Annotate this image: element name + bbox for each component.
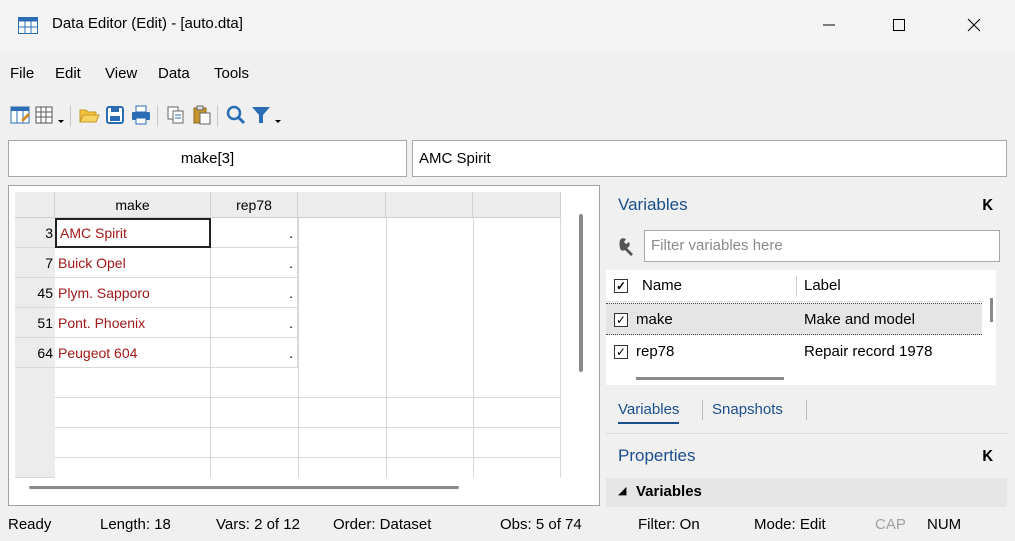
row-number[interactable]: 3 (15, 218, 55, 248)
properties-section-header[interactable]: ◢ Variables (606, 478, 1007, 507)
properties-panel: Properties 𝚱 ◢ Variables (606, 433, 1007, 507)
tab-divider (702, 400, 703, 420)
filter-variables-input[interactable]: Filter variables here (644, 230, 1000, 262)
menu-tools[interactable]: Tools (214, 65, 249, 82)
variables-horizontal-scrollbar[interactable] (636, 377, 784, 380)
status-cap: CAP (875, 516, 906, 533)
row-number[interactable]: 64 (15, 338, 55, 368)
minimize-icon (823, 24, 835, 26)
variable-row-make[interactable]: ✓ make Make and model (606, 303, 982, 335)
properties-panel-title: Properties (618, 446, 696, 465)
find-icon[interactable] (225, 104, 247, 126)
row-number[interactable]: 7 (15, 248, 55, 278)
data-editor-edit-icon[interactable] (9, 104, 31, 126)
menu-file[interactable]: File (10, 65, 34, 82)
variable-name: make (636, 311, 673, 328)
paste-icon[interactable] (191, 104, 213, 126)
close-button[interactable] (945, 0, 1003, 50)
data-editor-app-icon (18, 17, 38, 34)
toolbar-separator (157, 105, 158, 127)
row-number[interactable]: 51 (15, 308, 55, 338)
status-filter: Filter: On (638, 516, 700, 533)
properties-section-label: Variables (636, 483, 702, 500)
variable-name: rep78 (636, 343, 675, 360)
close-icon (967, 18, 981, 32)
status-bar: Ready Length: 18 Vars: 2 of 12 Order: Da… (0, 510, 1015, 541)
filter-icon[interactable] (250, 104, 272, 126)
column-header-empty (473, 192, 561, 218)
variables-list-header: ✓ Name Label (606, 270, 982, 302)
title-bar: Data Editor (Edit) - [auto.dta] (0, 0, 1015, 50)
grid-corner (15, 192, 55, 218)
data-grid: make rep78 3 7 45 51 64 AMC Spirit Buick… (8, 185, 600, 506)
variable-label: Make and model (804, 311, 915, 328)
variable-checkbox[interactable]: ✓ (614, 313, 628, 327)
menu-bar: File Edit View Data Tools (0, 58, 1015, 88)
chevron-down-icon[interactable] (273, 104, 283, 126)
print-icon[interactable] (130, 104, 152, 126)
data-editor-window: Data Editor (Edit) - [auto.dta] File Edi… (0, 0, 1015, 541)
window-title: Data Editor (Edit) - [auto.dta] (52, 15, 243, 32)
status-length: Length: 18 (100, 516, 171, 533)
pin-icon[interactable]: 𝚱 (982, 447, 993, 465)
menu-view[interactable]: View (105, 65, 137, 82)
status-mode: Mode: Edit (754, 516, 826, 533)
minimize-button[interactable] (800, 0, 858, 50)
toolbar-separator (70, 105, 71, 127)
wrench-icon (619, 238, 633, 256)
variable-checkbox[interactable]: ✓ (614, 345, 628, 359)
empty-grid-lines (55, 218, 561, 478)
pin-icon[interactable]: 𝚱 (982, 196, 993, 214)
cell-value-field[interactable]: AMC Spirit (412, 140, 1007, 177)
column-header-rep78[interactable]: rep78 (211, 192, 298, 218)
variable-label: Repair record 1978 (804, 343, 933, 360)
variable-row-rep78[interactable]: ✓ rep78 Repair record 1978 (606, 336, 982, 368)
status-ready: Ready (8, 516, 52, 533)
menu-data[interactable]: Data (158, 65, 190, 82)
chevron-down-icon[interactable] (56, 104, 66, 126)
variables-list: ✓ Name Label ✓ make Make and model ✓ rep… (606, 270, 996, 385)
toolbar-separator (217, 105, 218, 127)
column-header-empty (386, 192, 473, 218)
column-header-name[interactable]: Name (642, 270, 682, 302)
panel-tabs: Variables Snapshots (606, 395, 1007, 429)
toolbar (0, 98, 1015, 132)
open-icon[interactable] (78, 104, 100, 126)
status-vars: Vars: 2 of 12 (216, 516, 300, 533)
maximize-icon (893, 19, 905, 31)
status-order: Order: Dataset (333, 516, 432, 533)
variables-panel-title: Variables (618, 195, 688, 214)
horizontal-scrollbar[interactable] (29, 486, 459, 489)
side-panel: Variables 𝚱 Filter variables here ✓ Name… (606, 185, 1007, 507)
row-number[interactable]: 45 (15, 278, 55, 308)
cell-name-box: make[3] (8, 140, 407, 177)
variables-vertical-scrollbar[interactable] (990, 298, 993, 322)
column-header-make[interactable]: make (55, 192, 211, 218)
tab-divider (806, 400, 807, 420)
status-num: NUM (927, 516, 962, 533)
save-icon[interactable] (104, 104, 126, 126)
column-header-empty (298, 192, 386, 218)
select-all-checkbox[interactable]: ✓ (614, 279, 628, 293)
vertical-scrollbar[interactable] (579, 214, 583, 372)
status-obs: Obs: 5 of 74 (500, 516, 582, 533)
tab-snapshots[interactable]: Snapshots (712, 401, 783, 418)
maximize-button[interactable] (870, 0, 928, 50)
tab-variables[interactable]: Variables (618, 401, 680, 424)
data-editor-browse-icon[interactable] (34, 104, 56, 126)
copy-icon[interactable] (165, 104, 187, 126)
column-divider (796, 276, 797, 296)
menu-edit[interactable]: Edit (55, 65, 81, 82)
column-header-label[interactable]: Label (804, 270, 841, 302)
row-number-empty (15, 368, 55, 478)
collapse-triangle-icon: ◢ (618, 484, 627, 497)
